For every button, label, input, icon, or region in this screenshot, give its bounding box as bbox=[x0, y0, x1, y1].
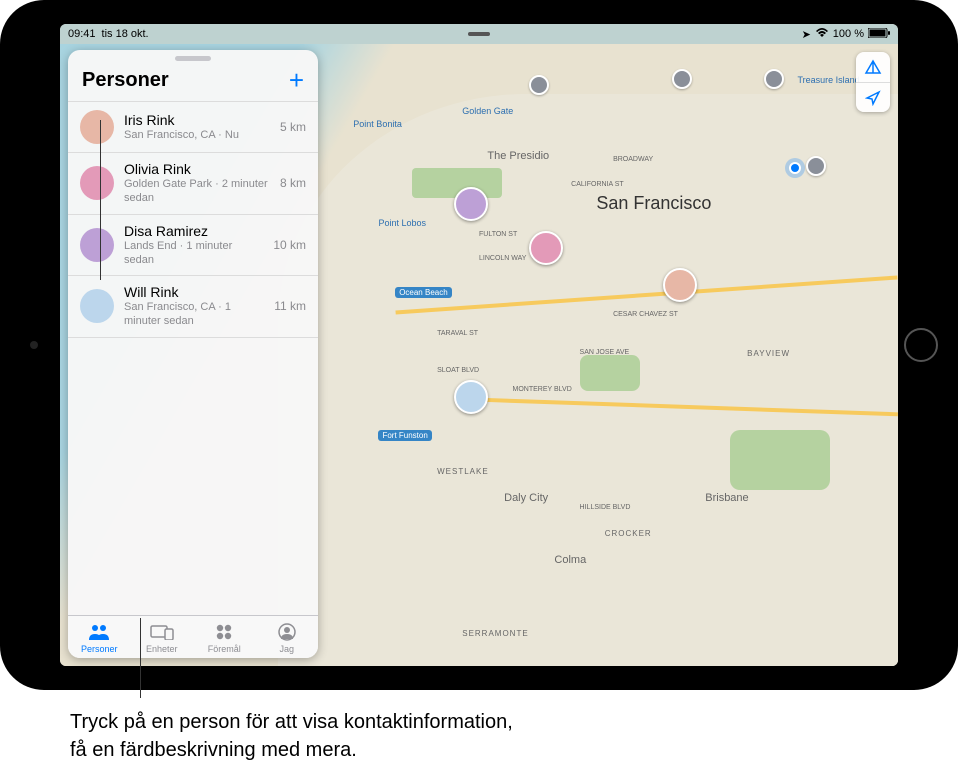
map-label-california: CALIFORNIA ST bbox=[571, 181, 624, 188]
person-row[interactable]: Disa Ramirez Lands End · 1 minuter sedan… bbox=[68, 214, 318, 276]
home-button[interactable] bbox=[904, 328, 938, 362]
items-icon bbox=[215, 622, 233, 642]
poi-alcatraz[interactable] bbox=[672, 69, 692, 89]
locate-me-button[interactable] bbox=[856, 82, 890, 112]
map-label-treasure: Treasure Island bbox=[797, 75, 859, 85]
map-label-golden-gate: Golden Gate bbox=[462, 106, 513, 116]
avatar bbox=[80, 228, 114, 262]
map-label-westlake: WESTLAKE bbox=[437, 467, 489, 476]
panel-header: Personer + bbox=[68, 63, 318, 101]
map-avatar-olivia[interactable] bbox=[529, 231, 563, 265]
battery-pct: 100 % bbox=[833, 28, 864, 40]
avatar bbox=[80, 166, 114, 200]
person-row[interactable]: Will Rink San Francisco, CA · 1 minuter … bbox=[68, 275, 318, 337]
caption-line: få en färdbeskrivning med mera. bbox=[70, 736, 888, 764]
poi-treasure[interactable] bbox=[764, 69, 784, 89]
map-label-brisbane: Brisbane bbox=[705, 492, 748, 504]
person-name: Iris Rink bbox=[124, 112, 270, 128]
map-label-serramonte: SERRAMONTE bbox=[462, 629, 528, 638]
devices-icon bbox=[150, 622, 174, 642]
person-name: Olivia Rink bbox=[124, 161, 270, 177]
tab-bar: Personer Enheter Föremål bbox=[68, 615, 318, 658]
avatar bbox=[80, 289, 114, 323]
person-distance: 8 km bbox=[280, 176, 306, 190]
tab-label: Enheter bbox=[146, 644, 178, 654]
person-subtitle: San Francisco, CA · 1 minuter sedan bbox=[124, 300, 264, 329]
person-subtitle: Lands End · 1 minuter sedan bbox=[124, 239, 263, 268]
map-label-daly: Daly City bbox=[504, 492, 548, 504]
map-settings-button[interactable] bbox=[856, 52, 890, 82]
map-label-point-lobos: Point Lobos bbox=[378, 218, 426, 228]
people-list[interactable]: Iris Rink San Francisco, CA · Nu 5 km Ol… bbox=[68, 101, 318, 615]
tab-label: Personer bbox=[81, 644, 118, 654]
tab-label: Föremål bbox=[208, 644, 241, 654]
tab-people[interactable]: Personer bbox=[68, 616, 131, 658]
person-subtitle: San Francisco, CA · Nu bbox=[124, 128, 270, 142]
caption-line: Tryck på en person för att visa kontakti… bbox=[70, 708, 888, 736]
drag-handle[interactable] bbox=[175, 56, 211, 61]
avatar bbox=[80, 110, 114, 144]
tab-label: Jag bbox=[279, 644, 294, 654]
location-arrow-icon: ➤ bbox=[802, 28, 811, 41]
map-label-cesar: CESAR CHAVEZ ST bbox=[613, 311, 678, 318]
map-label-fulton: FULTON ST bbox=[479, 231, 517, 238]
person-subtitle: Golden Gate Park · 2 minuter sedan bbox=[124, 177, 270, 206]
me-icon bbox=[278, 622, 296, 642]
map-avatar-will[interactable] bbox=[454, 380, 488, 414]
park-candlestick bbox=[730, 430, 830, 490]
map-label-crocker: CROCKER bbox=[605, 529, 652, 538]
map-label-sloat: SLOAT BLVD bbox=[437, 367, 479, 374]
person-row[interactable]: Iris Rink San Francisco, CA · Nu 5 km bbox=[68, 101, 318, 152]
callout-line bbox=[140, 618, 141, 698]
map-label-monterey: MONTEREY BLVD bbox=[513, 386, 572, 393]
map-label-hillside: HILLSIDE BLVD bbox=[580, 504, 631, 511]
map-label-ocean-beach: Ocean Beach bbox=[395, 287, 451, 298]
map-avatar-disa[interactable] bbox=[454, 187, 488, 221]
people-panel: Personer + Iris Rink San Francisco, CA ·… bbox=[68, 50, 318, 658]
map-label-presidio: The Presidio bbox=[487, 150, 549, 162]
map-label-lincoln: LINCOLN WAY bbox=[479, 255, 526, 262]
map-label-sanjose: SAN JOSE AVE bbox=[580, 349, 630, 356]
person-row[interactable]: Olivia Rink Golden Gate Park · 2 minuter… bbox=[68, 152, 318, 214]
person-name: Will Rink bbox=[124, 284, 264, 300]
person-distance: 5 km bbox=[280, 120, 306, 134]
map-label-fort-funston: Fort Funston bbox=[378, 430, 431, 441]
status-date: tis 18 okt. bbox=[102, 28, 149, 40]
add-person-button[interactable]: + bbox=[289, 67, 304, 93]
people-icon bbox=[88, 622, 110, 642]
tab-me[interactable]: Jag bbox=[256, 616, 319, 658]
map-label-bayview: BAYVIEW bbox=[747, 349, 790, 358]
poi-gg-bridge[interactable] bbox=[529, 75, 549, 95]
status-bar: 09:41 tis 18 okt. ➤ 100 % bbox=[60, 24, 898, 44]
tab-items[interactable]: Föremål bbox=[193, 616, 256, 658]
map-label-broadway: BROADWAY bbox=[613, 156, 653, 163]
battery-icon bbox=[868, 28, 890, 41]
callout-line bbox=[100, 120, 101, 280]
person-distance: 11 km bbox=[274, 299, 306, 313]
caption: Tryck på en person för att visa kontakti… bbox=[0, 690, 958, 764]
map-city-label: San Francisco bbox=[596, 193, 711, 214]
camera-dot bbox=[30, 341, 38, 349]
wifi-icon bbox=[815, 28, 829, 41]
map-controls bbox=[856, 52, 890, 112]
app-body: San Francisco Daly City Brisbane Colma T… bbox=[60, 44, 898, 666]
park-mclaren bbox=[580, 355, 640, 391]
map-label-taraval: TARAVAL ST bbox=[437, 330, 478, 337]
poi-ferry[interactable] bbox=[806, 156, 826, 176]
multitask-indicator[interactable] bbox=[468, 32, 490, 36]
panel-title: Personer bbox=[82, 69, 169, 92]
ipad-frame: 09:41 tis 18 okt. ➤ 100 % bbox=[0, 0, 958, 690]
map-label-point-bonita: Point Bonita bbox=[353, 119, 402, 129]
map-label-colma: Colma bbox=[554, 554, 586, 566]
person-name: Disa Ramirez bbox=[124, 223, 263, 239]
status-time: 09:41 bbox=[68, 28, 96, 40]
screen: 09:41 tis 18 okt. ➤ 100 % bbox=[60, 24, 898, 666]
person-distance: 10 km bbox=[273, 238, 306, 252]
